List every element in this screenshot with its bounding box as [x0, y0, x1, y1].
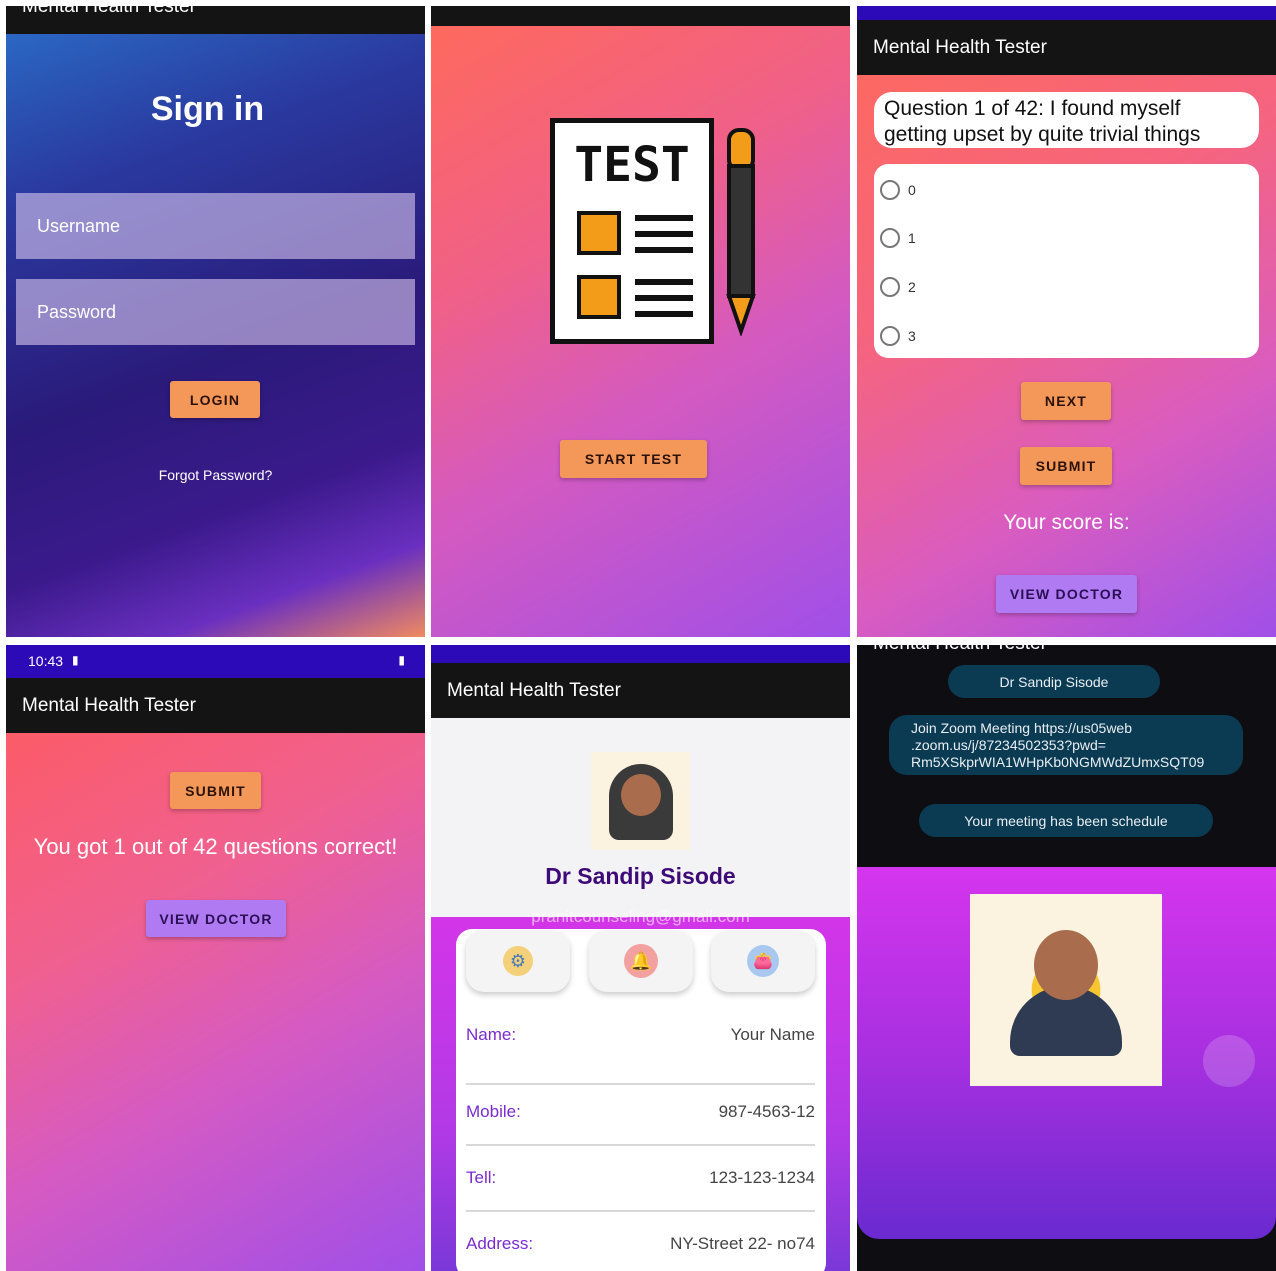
info-row-name: Name: Your Name — [466, 1025, 815, 1085]
score-text: Your score is: — [1003, 511, 1130, 534]
zoom-link-line: .zoom.us/j/87234502353?pwd= — [911, 736, 1106, 753]
option-1[interactable]: 1 — [880, 228, 916, 248]
settings-button[interactable]: ⚙ — [466, 930, 570, 992]
view-doctor-button[interactable]: VIEW DOCTOR — [996, 575, 1137, 613]
username-input[interactable]: Username — [16, 193, 415, 259]
app-bar — [431, 6, 850, 26]
login-button[interactable]: LOGIN — [170, 381, 260, 418]
question-screen: Mental Health Tester Question 1 of 42: I… — [857, 6, 1276, 637]
doctor-name-pill: Dr Sandip Sisode — [948, 665, 1160, 698]
zoom-link-line: Rm5XSkprWIA1WHpKb0NGMWdZUmxSQT09 — [911, 753, 1205, 770]
gear-icon: ⚙ — [503, 946, 533, 976]
app-bar: Mental Health Tester — [857, 645, 1276, 653]
view-doctor-button[interactable]: VIEW DOCTOR — [146, 900, 286, 937]
app-title: Mental Health Tester — [873, 36, 1047, 58]
password-placeholder: Password — [37, 301, 117, 322]
radio-icon — [880, 326, 900, 346]
radio-icon — [880, 228, 900, 248]
wallet-icon: 👛 — [747, 945, 779, 977]
option-3[interactable]: 3 — [880, 326, 916, 346]
radio-icon — [880, 277, 900, 297]
info-row-tell: Tell: 123-123-1234 — [466, 1168, 815, 1212]
signin-heading: Sign in — [150, 90, 265, 128]
radio-icon — [880, 180, 900, 200]
doctor-profile-screen: Mental Health Tester Dr Sandip Sisode pr… — [431, 645, 850, 1271]
submit-button[interactable]: SUBMIT — [1020, 447, 1112, 485]
app-bar: Mental Health Tester — [6, 678, 425, 733]
doctor-photo — [970, 894, 1162, 1086]
test-icon-text: TEST — [574, 137, 690, 193]
app-bar: Mental Health Tester — [431, 663, 850, 718]
option-2[interactable]: 2 — [880, 277, 916, 297]
forgot-password-link[interactable]: Forgot Password? — [6, 467, 425, 483]
zoom-link-pill[interactable]: Join Zoom Meeting https://us05web .zoom.… — [889, 715, 1243, 775]
checkbox-icon — [577, 275, 621, 319]
option-0[interactable]: 0 — [880, 180, 916, 200]
start-test-button[interactable]: START TEST — [560, 440, 707, 478]
username-placeholder: Username — [37, 215, 121, 236]
app-title: Mental Health Tester — [22, 6, 196, 17]
app-title: Mental Health Tester — [873, 645, 1047, 653]
wallet-button[interactable]: 👛 — [711, 930, 815, 992]
signin-screen: Mental Health Tester Sign in Username Pa… — [6, 6, 425, 637]
app-title: Mental Health Tester — [22, 694, 196, 716]
test-clipboard-icon: TEST — [550, 118, 714, 344]
meeting-screen: Mental Health Tester Dr Sandip Sisode Jo… — [857, 645, 1276, 1271]
bell-icon: 🔔 — [624, 944, 658, 978]
app-bar: Mental Health Tester — [6, 6, 425, 34]
info-row-mobile: Mobile: 987-4563-12 — [466, 1102, 815, 1146]
start-test-screen: TEST START TEST — [431, 6, 850, 637]
doctor-name: Dr Sandip Sisode — [545, 863, 736, 889]
next-button[interactable]: NEXT — [1021, 382, 1111, 420]
question-text: Question 1 of 42: I found myself getting… — [874, 92, 1259, 148]
battery-icon: ▮ — [398, 653, 405, 667]
doctor-photo — [591, 752, 690, 850]
status-bar: 10:43 ▮ ▮ — [6, 645, 425, 678]
status-time: 10:43 — [28, 653, 64, 669]
notification-button[interactable]: 🔔 — [589, 930, 693, 992]
result-screen: 10:43 ▮ ▮ Mental Health Tester SUBMIT Yo… — [6, 645, 425, 1271]
app-bar: Mental Health Tester — [857, 20, 1276, 75]
zoom-link-line: Join Zoom Meeting https://us05web — [911, 719, 1133, 736]
options-card: 0 1 2 3 — [874, 164, 1259, 358]
status-bar — [857, 6, 1276, 20]
checkbox-icon — [577, 211, 621, 255]
submit-button[interactable]: SUBMIT — [170, 772, 261, 809]
message-icon: ▮ — [72, 653, 79, 667]
doctor-email: pranitcounseling@gmail.com — [531, 907, 750, 926]
schedule-status-pill: Your meeting has been schedule — [919, 804, 1213, 837]
status-bar — [431, 645, 850, 663]
result-text: You got 1 out of 42 questions correct! — [33, 834, 398, 859]
app-title: Mental Health Tester — [447, 679, 621, 701]
password-input[interactable]: Password — [16, 279, 415, 345]
pencil-icon — [726, 128, 756, 336]
info-row-address: Address: NY-Street 22- no74 — [466, 1234, 815, 1253]
